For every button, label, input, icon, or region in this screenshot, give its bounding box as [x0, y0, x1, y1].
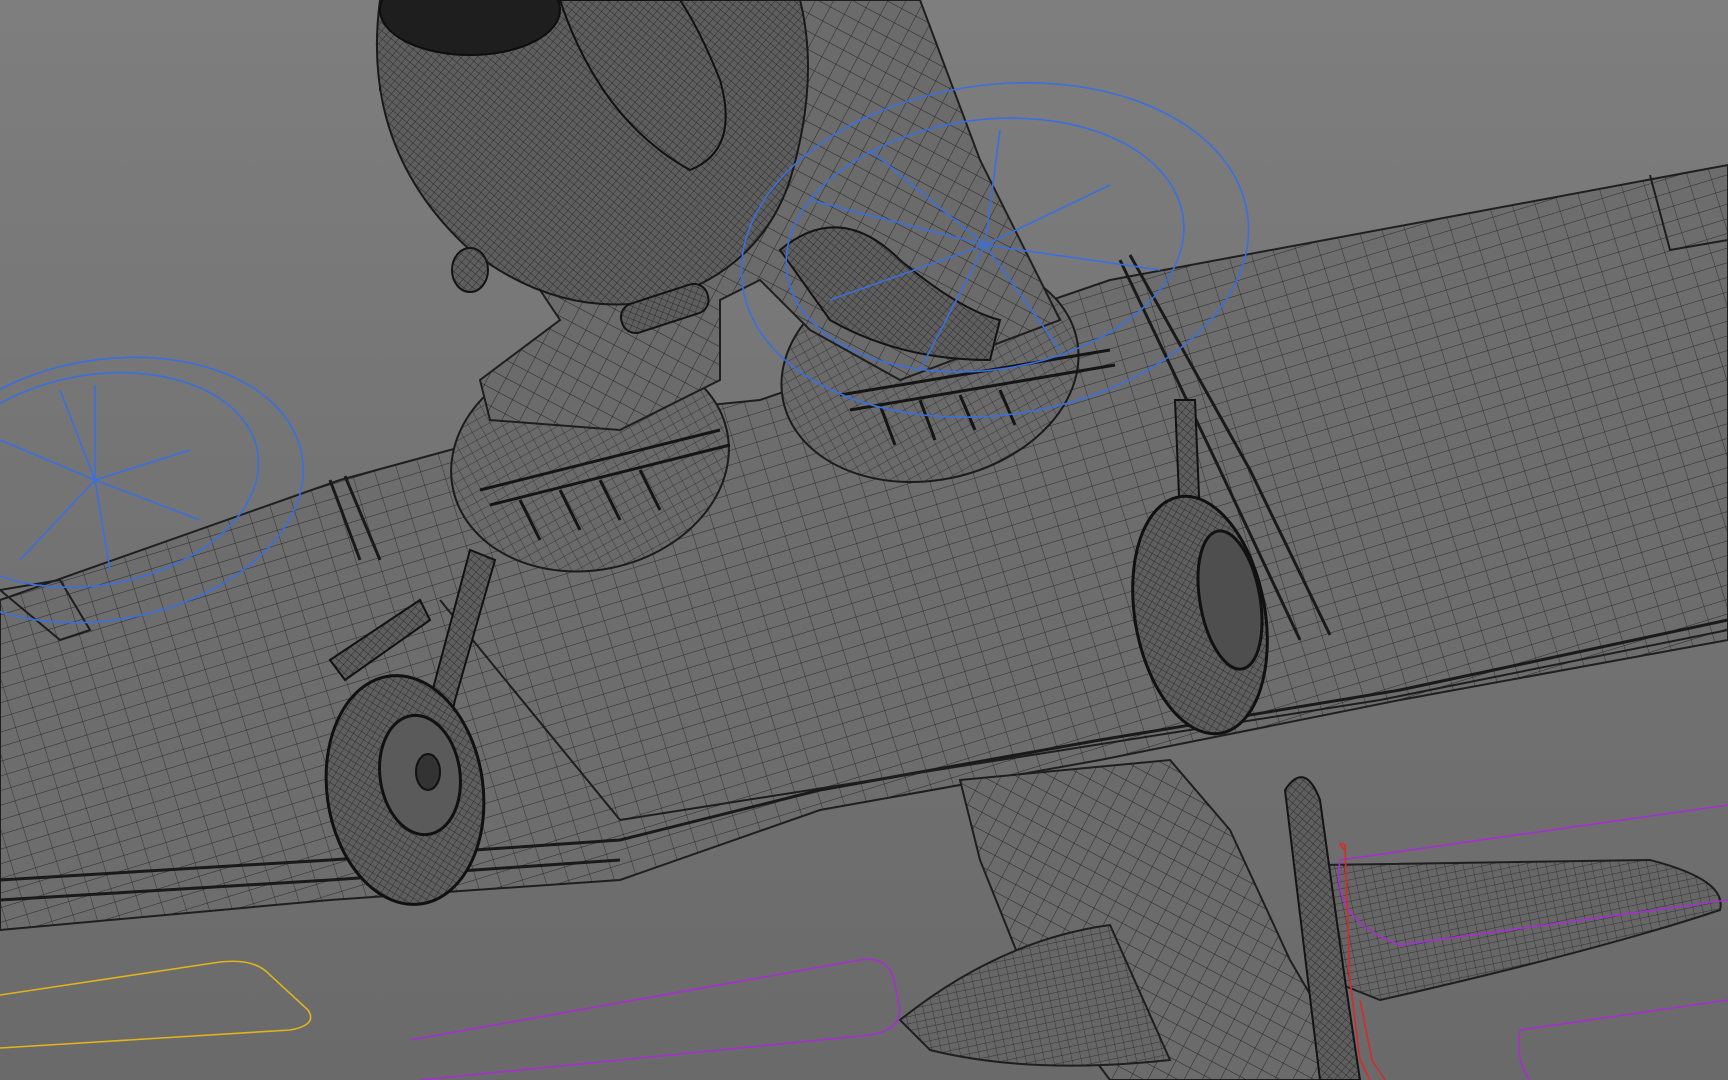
- hand-control-left[interactable]: [409, 958, 901, 1080]
- 3d-viewport[interactable]: [0, 0, 1728, 1080]
- stabilizer-right-mesh[interactable]: [1318, 858, 1722, 1002]
- foot-control[interactable]: [0, 960, 312, 1049]
- intake-scoop: [451, 247, 489, 293]
- wireframe-scene[interactable]: [0, 0, 1728, 1080]
- main-wheel-left-axle: [415, 753, 441, 791]
